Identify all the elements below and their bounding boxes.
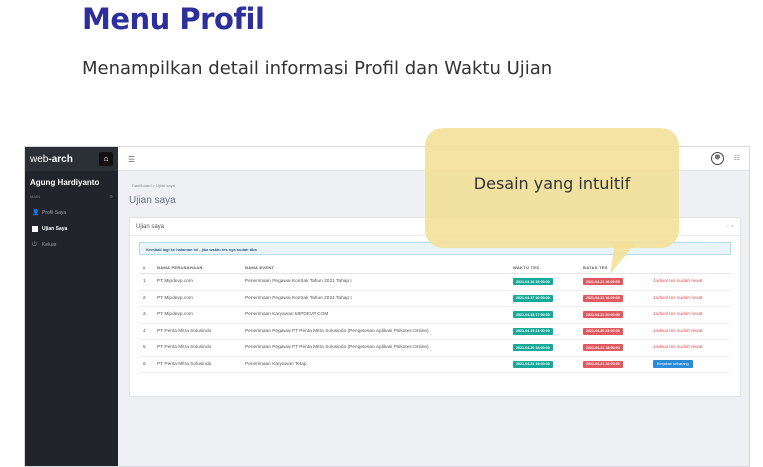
- card-title: Ujian saya: [136, 223, 165, 230]
- sidebar-item-ujian-saya[interactable]: Ujian Saya: [25, 221, 118, 237]
- hamburger-icon[interactable]: ☰: [128, 155, 135, 164]
- brand-bar: web-arch ⌂: [25, 147, 118, 171]
- menu-header: MAIN ⚙: [25, 191, 118, 205]
- table-row: 3 PT Mipdevp.com Penerimaan Karyawan MIP…: [140, 306, 730, 324]
- status-text: Jadwal tes sudah lewat: [653, 295, 703, 301]
- page-title: Ujian saya: [129, 195, 176, 206]
- start-time-badge: 2021-04-21 19:00:00: [513, 360, 553, 368]
- end-time-badge: 2021-04-21 22:00:00: [583, 360, 623, 368]
- table-header-row: # NAMA PERUSAHAAN NAMA EVENT WAKTU TES B…: [140, 261, 730, 274]
- event-name: Penerimaan Pegawai PT Penta Mitra Solusi…: [242, 339, 510, 357]
- company-name: PT Penta Mitra Solusindo: [154, 339, 242, 357]
- sidebar-item-label: Ujian Saya: [42, 226, 68, 232]
- event-name: Penerimaan Pegawai Kontrak Tahun 2021 Ta…: [242, 273, 510, 291]
- row-number: 2: [140, 290, 154, 307]
- slide-subtitle: Menampilkan detail informasi Profil dan …: [82, 58, 553, 79]
- sidebar-item-keluar[interactable]: ⏻ Keluar: [25, 237, 118, 253]
- avatar[interactable]: [711, 152, 724, 165]
- checkbox-icon: [32, 226, 38, 232]
- event-name: Penerimaan Karyawan Tetap: [242, 356, 510, 373]
- company-name: PT Penta Mitra Solusindo: [154, 323, 242, 340]
- end-time-badge: 2021-04-21 20:00:00: [583, 311, 623, 319]
- status-text: Jadwal tes sudah lewat: [653, 345, 703, 351]
- sidebar-item-label: Keluar: [42, 242, 57, 248]
- company-name: PT Mipdevp.com: [154, 290, 242, 307]
- user-name: Agung Hardiyanto: [30, 178, 100, 187]
- table-row: 5 PT Penta Mitra Solusindo Penerimaan Pe…: [140, 339, 730, 357]
- end-time-badge: 2021-04-21 16:00:00: [583, 294, 623, 302]
- start-time-badge: 2021-04-18 17:00:00: [513, 311, 553, 319]
- table-row: 1 PT Mipdevp.com Penerimaan Pegawai Kont…: [140, 273, 730, 291]
- grid-menu-icon[interactable]: ☷: [734, 154, 740, 162]
- breadcrumb: Dashboard > Ujian saya: [132, 183, 175, 188]
- event-name: Penerimaan Pegawai Kontrak Tahun 2021 Ta…: [242, 290, 510, 307]
- settings-icon[interactable]: ⚙: [109, 194, 113, 199]
- row-number: 4: [140, 323, 154, 340]
- slide-title: Menu Profil: [82, 2, 265, 36]
- start-time-badge: 2021-04-16 15:00:00: [513, 278, 553, 286]
- status-text: Jadwal tes sudah lewat: [653, 328, 703, 334]
- table-row: 4 PT Penta Mitra Solusindo Penerimaan Pe…: [140, 323, 730, 340]
- company-name: PT Mipdevp.com: [154, 273, 242, 291]
- card-tools-icon[interactable]: − ×: [727, 224, 734, 230]
- sidebar-item-label: Profil Saya: [42, 210, 67, 216]
- column-header-company: NAMA PERUSAHAAN: [154, 261, 242, 274]
- end-time-badge: 2021-04-21 18:00:00: [583, 344, 623, 352]
- column-header-action: [650, 261, 730, 274]
- row-number: 6: [140, 356, 154, 373]
- table-row: 6 PT Penta Mitra Solusindo Penerimaan Ka…: [140, 356, 730, 373]
- exam-table: # NAMA PERUSAHAAN NAMA EVENT WAKTU TES B…: [140, 261, 730, 373]
- power-icon: ⏻: [32, 242, 37, 248]
- callout-bubble: Desain yang intuitif: [425, 128, 679, 248]
- sidebar: web-arch ⌂ Agung Hardiyanto MAIN ⚙ 👤 Pro…: [25, 147, 118, 466]
- status-text: Jadwal tes sudah lewat: [653, 312, 703, 318]
- start-time-badge: 2021-04-20 18:00:00: [513, 344, 553, 352]
- menu-label: MAIN: [30, 194, 40, 199]
- table-row: 2 PT Mipdevp.com Penerimaan Pegawai Kont…: [140, 290, 730, 307]
- end-time-badge: 2021-04-20 23:00:00: [583, 327, 623, 335]
- start-time-badge: 2021-04-17 10:00:00: [513, 294, 553, 302]
- event-name: Penerimaan Pegawai PT Penta Mitra Solusi…: [242, 323, 510, 340]
- event-name: Penerimaan Karyawan MIPDEVP.COM: [242, 306, 510, 324]
- row-number: 5: [140, 339, 154, 357]
- user-icon: 👤: [32, 210, 40, 216]
- sidebar-item-profil-saya[interactable]: 👤 Profil Saya: [25, 205, 118, 221]
- row-number: 3: [140, 306, 154, 324]
- column-header-event: NAMA EVENT: [242, 261, 510, 274]
- home-icon[interactable]: ⌂: [99, 152, 113, 166]
- column-header-number: #: [140, 261, 154, 274]
- status-text: Jadwal tes sudah lewat: [653, 279, 703, 285]
- row-number: 1: [140, 273, 154, 291]
- company-name: PT Penta Mitra Solusindo: [154, 356, 242, 373]
- callout-text: Desain yang intuitif: [473, 174, 631, 193]
- start-exam-button[interactable]: Kerjakan sekarang: [653, 360, 693, 369]
- company-name: PT Mipdevp.com: [154, 306, 242, 324]
- start-time-badge: 2021-04-19 23:00:00: [513, 327, 553, 335]
- end-time-badge: 2021-04-21 16:00:00: [583, 278, 623, 286]
- column-header-start: WAKTU TES: [510, 261, 580, 274]
- brand-logo[interactable]: web-arch: [30, 154, 73, 165]
